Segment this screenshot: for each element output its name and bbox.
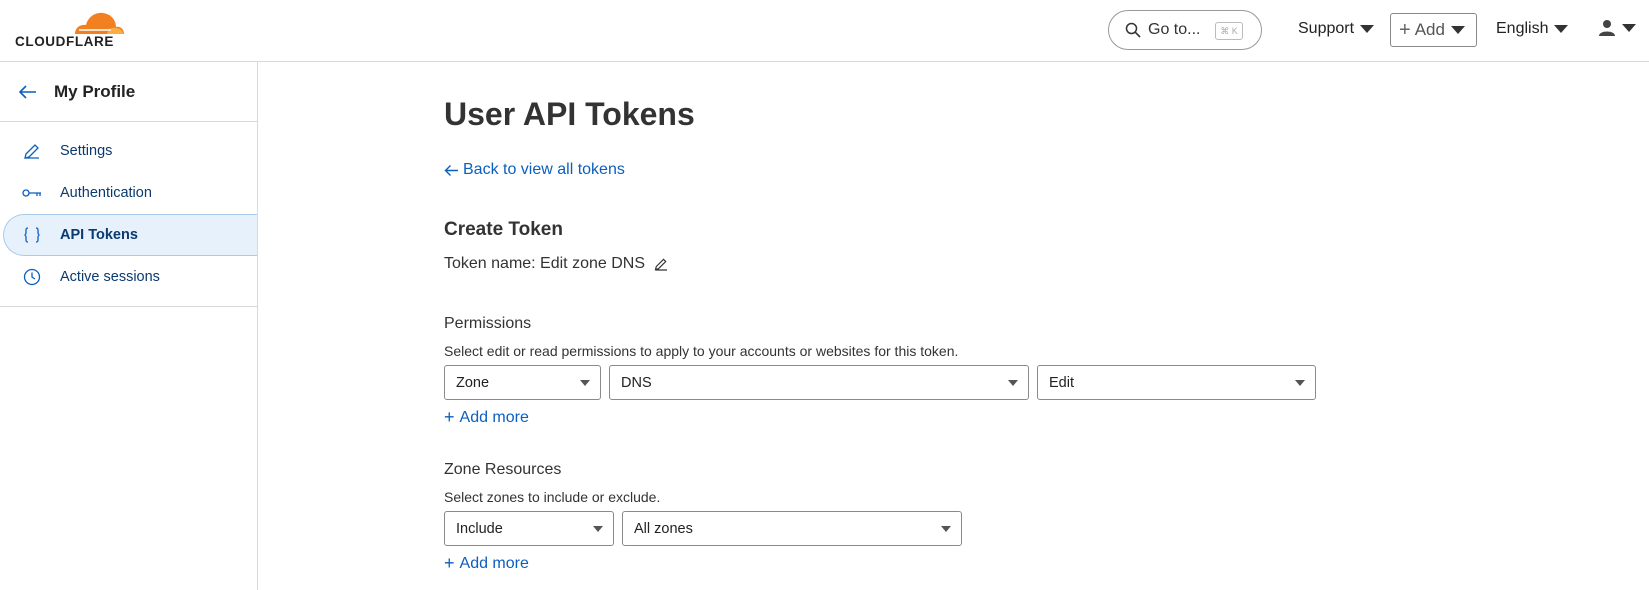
sidebar-header: My Profile [0,62,257,122]
token-name-text: Token name: Edit zone DNS [444,255,645,272]
select-value: Include [456,520,503,537]
add-more-permissions-link[interactable]: + Add more [444,407,529,428]
sidebar: My Profile Settings Authentication API T… [0,62,258,590]
braces-icon [22,225,42,245]
sidebar-item-api-tokens[interactable]: API Tokens [3,214,257,256]
add-more-label: Add more [459,408,529,426]
search-icon [1125,22,1141,38]
cloud-logo-icon [75,12,124,35]
sidebar-item-authentication[interactable]: Authentication [0,172,257,214]
add-more-label: Add more [459,554,529,572]
back-arrow-icon[interactable] [18,84,38,100]
token-name: Token name: Edit zone DNS [444,255,668,273]
back-to-tokens-link[interactable]: Back to view all tokens [444,161,625,179]
back-link-label: Back to view all tokens [463,161,625,178]
caret-down-icon [1360,25,1375,33]
permission-resource-select[interactable]: Zone [444,365,601,400]
sidebar-item-label: Active sessions [60,269,160,285]
user-menu[interactable] [1598,19,1636,37]
add-label: Add [1414,20,1445,39]
select-value: Edit [1049,374,1074,391]
add-button[interactable]: + Add [1390,13,1477,47]
create-token-heading: Create Token [444,219,563,240]
pencil-icon [22,141,42,161]
dropdown-arrow-icon [580,380,590,386]
language-label: English [1496,20,1549,37]
permission-group-select[interactable]: DNS [609,365,1029,400]
zone-resources-label: Zone Resources [444,461,562,478]
goto-search-button[interactable]: Go to... ⌘ K [1108,10,1262,50]
caret-down-icon [1450,26,1465,34]
support-label: Support [1298,20,1355,37]
sidebar-item-active-sessions[interactable]: Active sessions [0,256,257,298]
caret-down-icon [1622,24,1636,32]
dropdown-arrow-icon [593,526,603,532]
dropdown-arrow-icon [941,526,951,532]
zone-resources-help: Select zones to include or exclude. [444,489,661,505]
cloudflare-logo[interactable]: CLOUDFLARE [15,10,125,50]
sidebar-item-label: Settings [60,143,113,159]
page-title: User API Tokens [444,96,695,132]
goto-label: Go to... [1148,21,1201,38]
language-menu[interactable]: English [1496,20,1569,38]
zone-include-select[interactable]: Include [444,511,614,546]
dropdown-arrow-icon [1008,380,1018,386]
permissions-help: Select edit or read permissions to apply… [444,343,959,359]
sidebar-nav: Settings Authentication API Tokens Activ… [0,122,257,307]
plus-icon: + [1399,18,1411,41]
select-value: DNS [621,374,652,391]
permissions-label: Permissions [444,315,532,332]
sidebar-title: My Profile [54,81,136,101]
caret-down-icon [1554,25,1569,33]
select-value: All zones [634,520,693,537]
edit-token-name-icon[interactable] [654,257,668,271]
arrow-left-icon [444,164,458,176]
sidebar-item-label: Authentication [60,185,152,201]
permission-level-select[interactable]: Edit [1037,365,1316,400]
dropdown-arrow-icon [1295,380,1305,386]
support-menu[interactable]: Support [1298,20,1375,38]
plus-icon: + [444,553,455,573]
logo-text: CLOUDFLARE [15,34,114,49]
clock-icon [22,267,42,287]
add-more-zones-link[interactable]: + Add more [444,553,529,574]
plus-icon: + [444,407,455,427]
top-bar: CLOUDFLARE Go to... ⌘ K Support + Add En… [0,0,1649,62]
sidebar-item-settings[interactable]: Settings [0,130,257,172]
keyboard-shortcut: ⌘ K [1215,22,1243,40]
key-icon [22,183,42,203]
select-value: Zone [456,374,490,391]
user-icon [1599,20,1615,36]
sidebar-item-label: API Tokens [60,227,138,243]
zone-scope-select[interactable]: All zones [622,511,962,546]
